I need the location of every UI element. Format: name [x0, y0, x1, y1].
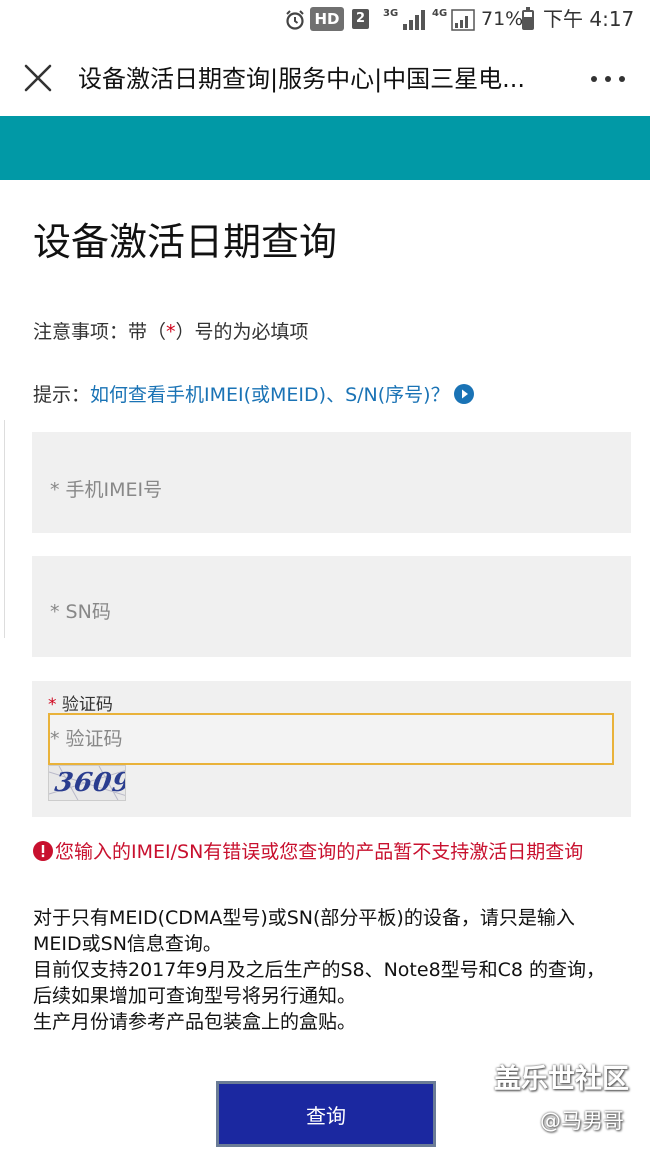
sn-placeholder: * SN码: [50, 601, 111, 623]
imei-help-link[interactable]: 如何查看手机IMEI(或MEID)、S/N(序号)？: [90, 384, 450, 406]
alarm-icon: [286, 10, 304, 30]
imei-field[interactable]: * 手机IMEI号: [32, 432, 631, 533]
notice-suffix: ）号的为必填项: [175, 321, 309, 343]
required-notice: 注意事项：带（*）号的为必填项: [33, 318, 309, 346]
captcha-text: 3609: [52, 768, 126, 798]
edge-handle: [0, 420, 5, 638]
info-line: 生产月份请参考产品包装盒上的盒贴。: [33, 1011, 357, 1033]
browser-title-bar: 设备激活日期查询|服务中心|中国三星电...: [0, 40, 650, 116]
signal-icon-2: [451, 9, 475, 31]
imei-placeholder: * 手机IMEI号: [50, 479, 163, 501]
network-type-2: 4G: [432, 8, 448, 19]
hint-row: 提示：如何查看手机IMEI(或MEID)、S/N(序号)？: [33, 380, 474, 410]
page-tab-title: 设备激活日期查询|服务中心|中国三星电...: [78, 65, 526, 93]
hint-prefix: 提示：: [33, 384, 91, 406]
network-type-1: 3G: [383, 8, 399, 19]
battery-percent: 71%: [481, 8, 524, 30]
error-message: 您输入的IMEI/SN有错误或您查询的产品暂不支持激活日期查询: [33, 838, 618, 866]
captcha-input[interactable]: [48, 713, 614, 765]
info-line: 目前仅支持2017年9月及之后生产的S8、Note8型号和C8 的查询，后续如果…: [33, 959, 606, 1007]
query-button[interactable]: 查询: [216, 1081, 436, 1147]
captcha-label-text: 验证码: [61, 695, 113, 715]
hd-voice-badge: HD: [310, 7, 344, 31]
error-icon: [33, 840, 53, 861]
info-text: 对于只有MEID(CDMA型号)或SN(部分平板)的设备，请只是输入MEID或S…: [33, 905, 623, 1035]
sn-field[interactable]: * SN码: [32, 556, 631, 657]
page-title: 设备激活日期查询: [33, 220, 338, 264]
watermark-community: 盖乐世社区: [494, 1064, 629, 1095]
required-star: *: [166, 321, 176, 343]
header-banner: [0, 116, 650, 180]
sim-slot-badge: 2: [352, 9, 369, 29]
close-icon[interactable]: [22, 62, 54, 94]
notice-prefix: 注意事项：带（: [33, 321, 167, 343]
watermark-author: @马男哥: [540, 1109, 624, 1133]
captcha-image[interactable]: 3609: [48, 765, 126, 801]
status-bar: HD 2 3G 4G 71% 下午 4:17: [0, 0, 650, 40]
info-line: 对于只有MEID(CDMA型号)或SN(部分平板)的设备，请只是输入MEID或S…: [33, 907, 575, 955]
clock: 下午 4:17: [543, 7, 635, 31]
more-icon[interactable]: [588, 64, 628, 94]
signal-icon-1: [403, 10, 425, 30]
captcha-required-star: *: [48, 695, 57, 715]
play-circle-icon[interactable]: [453, 383, 474, 404]
error-text: 您输入的IMEI/SN有错误或您查询的产品暂不支持激活日期查询: [55, 841, 584, 863]
captcha-section: * 验证码 3609: [32, 681, 631, 817]
battery-icon: [522, 7, 534, 30]
